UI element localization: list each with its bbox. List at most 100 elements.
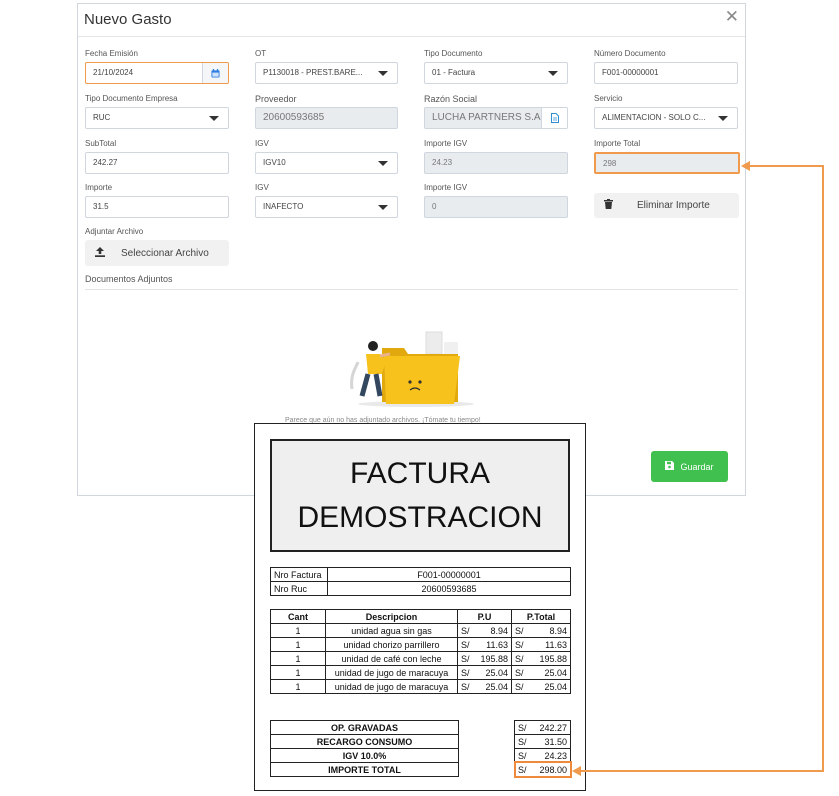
pu-header: P.U <box>457 609 512 624</box>
close-icon[interactable]: ✕ <box>725 7 739 27</box>
item-total: S/195.88 <box>511 651 571 666</box>
currency-symbol: S/ <box>518 750 527 761</box>
importe-input[interactable]: 31.5 <box>85 196 229 218</box>
eliminar-importe-label: Eliminar Importe <box>637 200 710 211</box>
tipo-doc-empresa-label: Tipo Documento Empresa <box>85 94 178 103</box>
importe-igv-value-2: 0 <box>432 202 437 211</box>
item-total-value: 25.04 <box>544 667 567 678</box>
igv-select-2[interactable]: INAFECTO <box>255 196 398 218</box>
tipo-documento-value: 01 - Factura <box>432 68 476 77</box>
item-cant: 1 <box>270 651 326 666</box>
fecha-emision-label: Fecha Emisión <box>85 49 138 58</box>
servicio-select[interactable]: ALIMENTACION - SOLO C... <box>594 107 738 129</box>
documentos-adjuntos-label: Documentos Adjuntos <box>85 274 173 284</box>
table-row: Nro Factura F001-00000001 <box>270 567 571 582</box>
item-cant: 1 <box>270 665 326 680</box>
tipo-documento-label: Tipo Documento <box>424 49 483 58</box>
numero-documento-label: Número Documento <box>594 49 666 58</box>
save-icon <box>665 461 675 472</box>
currency-symbol: S/ <box>518 736 527 747</box>
guardar-label: Guardar <box>680 461 714 472</box>
item-total: S/11.63 <box>511 637 571 652</box>
servicio-label: Servicio <box>594 94 623 103</box>
item-desc: unidad de jugo de maracuya <box>325 665 458 680</box>
table-row: 1 unidad de jugo de maracuya S/25.04 S/25.0… <box>270 665 571 680</box>
table-row: S/242.27 <box>514 720 571 735</box>
document-icon[interactable] <box>541 108 567 128</box>
guardar-button[interactable]: Guardar <box>651 451 728 482</box>
table-header-row: Cant Descripcion P.U P.Total <box>270 609 571 624</box>
currency-symbol: S/ <box>461 653 470 664</box>
tipo-documento-select[interactable]: 01 - Factura <box>424 62 568 84</box>
chevron-down-icon <box>378 161 388 166</box>
total-value: S/242.27 <box>514 720 571 735</box>
igv-label-2: IGV <box>255 183 269 192</box>
item-pu-value: 11.63 <box>486 639 508 650</box>
importe-total-highlight <box>514 761 572 778</box>
modal-header: Nuevo Gasto ✕ <box>78 4 745 37</box>
currency-symbol: S/ <box>515 639 524 650</box>
razon-social-input[interactable]: LUCHA PARTNERS S.A.C <box>424 107 568 129</box>
importe-label: Importe <box>85 183 113 192</box>
item-pu-value: 25.04 <box>485 681 508 692</box>
table-row: S/31.50 <box>514 734 571 749</box>
invoice-header-table: Nro Factura F001-00000001 Nro Ruc 206005… <box>270 567 571 596</box>
proveedor-value: 20600593685 <box>263 112 325 123</box>
item-desc: unidad de café con leche <box>325 651 458 666</box>
importe-value: 31.5 <box>93 202 109 211</box>
tipo-doc-empresa-value: RUC <box>93 113 111 122</box>
total-amount: 31.50 <box>544 736 567 747</box>
table-row: 1 unidad de café con leche S/195.88 S/195.8… <box>270 651 571 666</box>
table-row: 1 unidad de jugo de maracuya S/25.04 S/25.0… <box>270 679 571 694</box>
fecha-emision-input[interactable]: 21/10/2024 <box>85 62 229 84</box>
item-total-value: 25.04 <box>544 681 567 692</box>
total-value: S/31.50 <box>514 734 571 749</box>
subtotal-input[interactable]: 242.27 <box>85 152 229 174</box>
chevron-down-icon <box>378 205 388 210</box>
total-amount: 24.23 <box>544 750 567 761</box>
eliminar-importe-button[interactable]: Eliminar Importe <box>594 193 739 218</box>
item-total: S/25.04 <box>511 665 571 680</box>
ot-label: OT <box>255 49 267 58</box>
ot-value: P1130018 - PREST.BARE... <box>263 68 363 77</box>
invoice-items-table: Cant Descripcion P.U P.Total 1 unidad agu… <box>270 609 571 694</box>
proveedor-input[interactable]: 20600593685 <box>255 107 398 129</box>
invoice-title-box: FACTURA DEMOSTRACION <box>270 439 570 552</box>
total-label: IGV 10.0% <box>270 748 459 763</box>
importe-total-label: Importe Total <box>594 139 641 148</box>
importe-igv-input[interactable]: 24.23 <box>424 152 568 174</box>
nro-ruc-label: Nro Ruc <box>270 581 328 596</box>
table-row: 1 unidad chorizo parrillero S/11.63 S/11.63 <box>270 637 571 652</box>
item-desc: unidad agua sin gas <box>325 623 458 638</box>
razon-social-value: LUCHA PARTNERS S.A.C <box>432 112 551 123</box>
item-total-value: 8.94 <box>549 625 567 636</box>
modal-title: Nuevo Gasto <box>84 11 172 28</box>
currency-symbol: S/ <box>461 681 470 692</box>
currency-symbol: S/ <box>515 653 524 664</box>
item-pu: S/25.04 <box>457 665 512 680</box>
nro-factura-label: Nro Factura <box>270 567 328 582</box>
currency-symbol: S/ <box>515 667 524 678</box>
invoice-totals-labels: OP. GRAVADAS RECARGO CONSUMO IGV 10.0% IMPO… <box>270 720 459 777</box>
igv-select[interactable]: IGV10 <box>255 152 398 174</box>
tipo-doc-empresa-select[interactable]: RUC <box>85 107 229 129</box>
item-total: S/25.04 <box>511 679 571 694</box>
currency-symbol: S/ <box>461 639 470 650</box>
calendar-icon[interactable] <box>202 63 228 83</box>
item-total-value: 195.88 <box>539 653 567 664</box>
currency-symbol: S/ <box>518 722 527 733</box>
currency-symbol: S/ <box>461 625 470 636</box>
importe-total-input[interactable]: 298 <box>594 152 740 174</box>
table-row: RECARGO CONSUMO <box>270 734 459 749</box>
chevron-down-icon <box>548 71 558 76</box>
ptotal-header: P.Total <box>511 609 571 624</box>
numero-documento-input[interactable]: F001-00000001 <box>594 62 738 84</box>
importe-igv-input-2[interactable]: 0 <box>424 196 568 218</box>
seleccionar-archivo-label: Seleccionar Archivo <box>121 247 209 259</box>
igv-value-2: INAFECTO <box>263 202 304 211</box>
numero-documento-value: F001-00000001 <box>602 68 659 77</box>
item-pu-value: 25.04 <box>485 667 508 678</box>
chevron-down-icon <box>378 71 388 76</box>
seleccionar-archivo-button[interactable]: Seleccionar Archivo <box>85 240 229 266</box>
ot-select[interactable]: P1130018 - PREST.BARE... <box>255 62 398 84</box>
